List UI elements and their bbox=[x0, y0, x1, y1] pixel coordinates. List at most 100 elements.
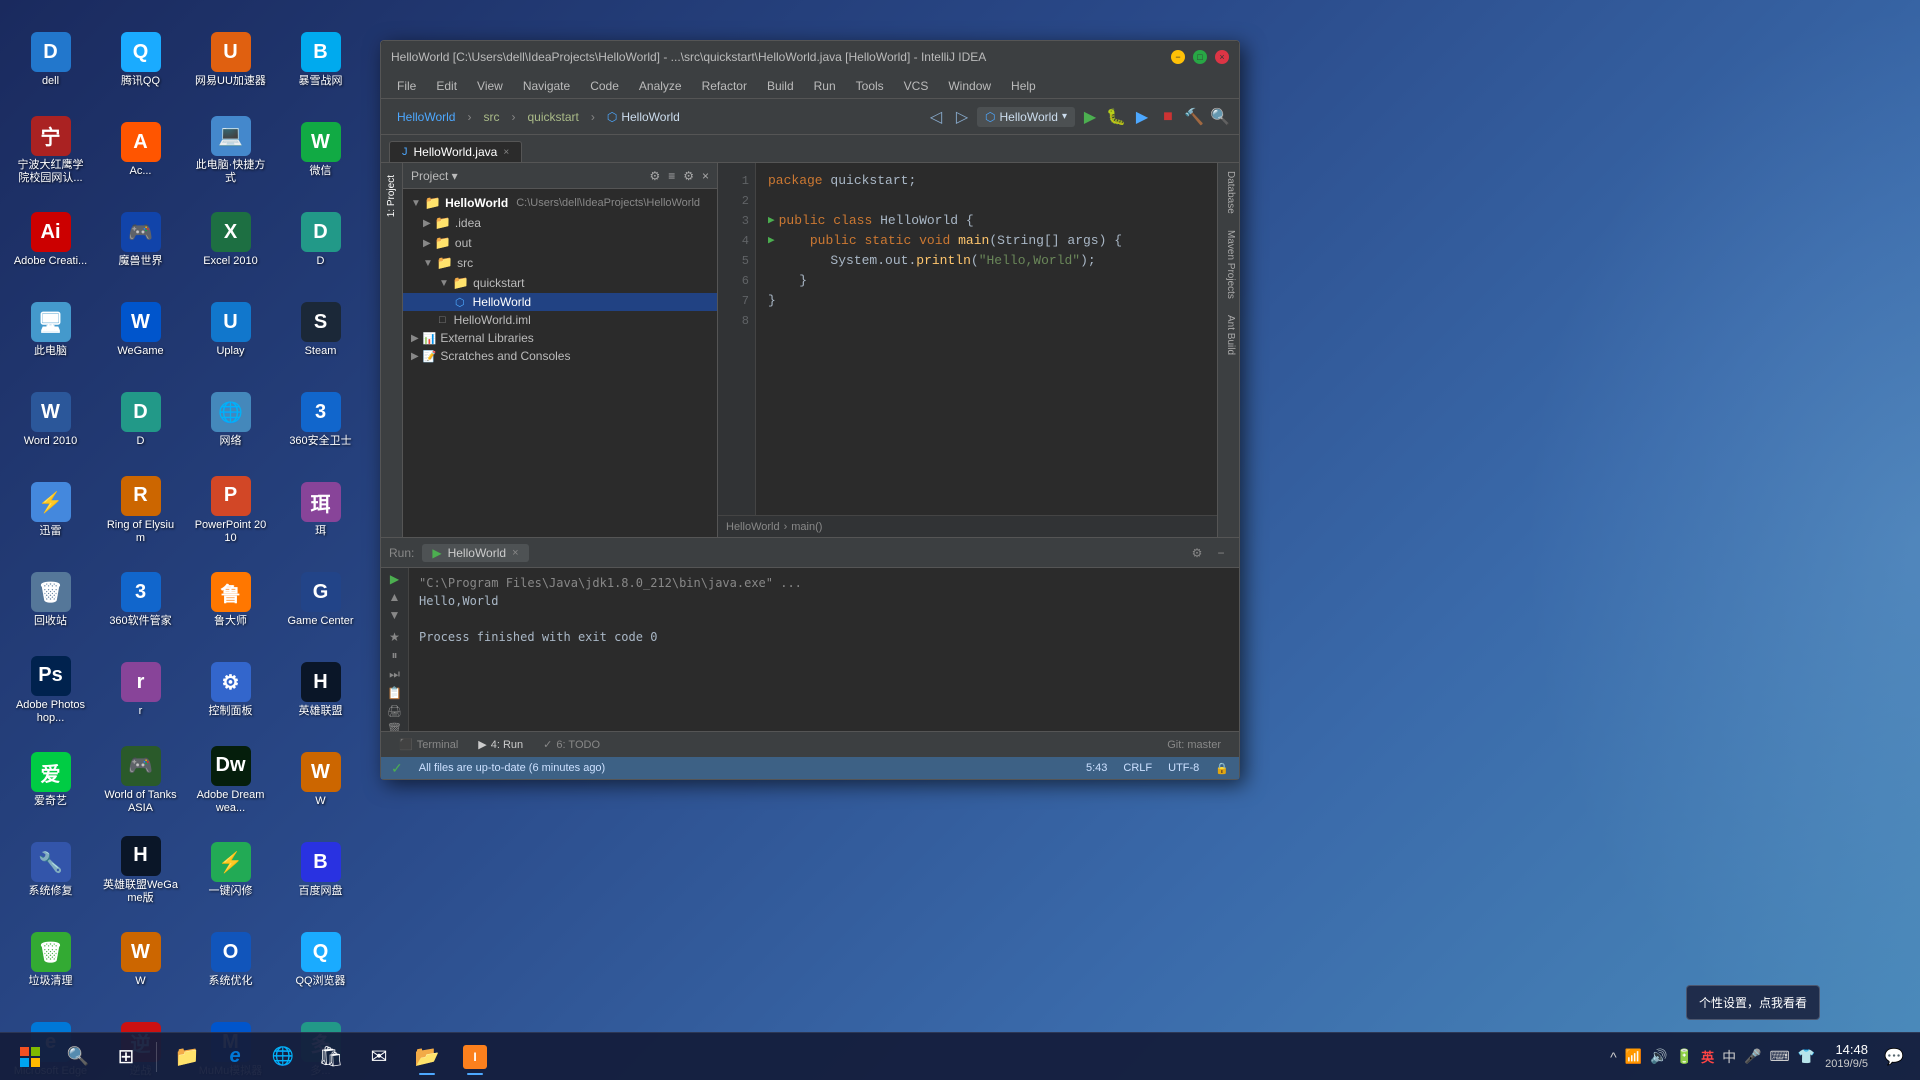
kb-tray-icon[interactable]: ⌨ bbox=[1768, 1046, 1792, 1067]
icon-d2[interactable]: D D bbox=[98, 378, 183, 463]
file-explorer-button[interactable]: 📁 bbox=[165, 1037, 209, 1077]
menu-navigate[interactable]: Navigate bbox=[515, 77, 578, 95]
database-tab[interactable]: Database bbox=[1218, 163, 1239, 222]
panel-settings-icon[interactable]: ⚙ bbox=[649, 169, 660, 183]
re-run-button[interactable]: ▶ bbox=[385, 572, 405, 586]
search-button[interactable]: 🔍 bbox=[56, 1037, 100, 1077]
edge-button[interactable]: e bbox=[213, 1037, 257, 1077]
icon-w2[interactable]: W W bbox=[98, 918, 183, 1003]
ime-icon[interactable]: 英 bbox=[1699, 1045, 1716, 1068]
search-button[interactable]: 🔍 bbox=[1209, 106, 1231, 128]
panel-gear-icon[interactable]: ⚙ bbox=[683, 169, 694, 183]
tree-scratches[interactable]: ▶ 📝 Scratches and Consoles bbox=[403, 347, 717, 365]
close-button[interactable]: × bbox=[1215, 50, 1229, 64]
icon-w-shortcut[interactable]: W W bbox=[278, 738, 363, 823]
menu-code[interactable]: Code bbox=[582, 77, 627, 95]
menu-refactor[interactable]: Refactor bbox=[694, 77, 755, 95]
taskbar-clock[interactable]: 14:48 2019/9/5 bbox=[1825, 1042, 1868, 1071]
minimize-button[interactable]: − bbox=[1171, 50, 1185, 64]
event-log-link[interactable]: Git: master bbox=[1157, 737, 1231, 753]
toolbar-breadcrumb-4[interactable]: ⬡ HelloWorld bbox=[599, 108, 688, 126]
icon-xunlei[interactable]: ⚡ 迅雷 bbox=[8, 468, 93, 553]
tree-src[interactable]: ▼ 📁 src bbox=[403, 253, 717, 273]
dump-button[interactable]: 📋 bbox=[385, 686, 405, 700]
terminal-tab[interactable]: ⬛ Terminal bbox=[389, 736, 468, 753]
menu-window[interactable]: Window bbox=[940, 77, 999, 95]
print-button[interactable]: 🖨 bbox=[385, 704, 405, 718]
menu-help[interactable]: Help bbox=[1003, 77, 1044, 95]
icon-uplay[interactable]: U Uplay bbox=[188, 288, 273, 373]
start-button[interactable] bbox=[8, 1037, 52, 1077]
tree-idea[interactable]: ▶ 📁 .idea bbox=[403, 213, 717, 233]
coverage-button[interactable]: ▶ bbox=[1131, 106, 1153, 128]
icon-adobe-cc[interactable]: Ai Adobe Creati... bbox=[8, 198, 93, 283]
icon-magic-world[interactable]: 🎮 魔兽世界 bbox=[98, 198, 183, 283]
icon-game-center[interactable]: G Game Center bbox=[278, 558, 363, 643]
icon-sys-repair[interactable]: 🔧 系统修复 bbox=[8, 828, 93, 913]
tree-ext-libs[interactable]: ▶ 📊 External Libraries bbox=[403, 329, 717, 347]
menu-build[interactable]: Build bbox=[759, 77, 802, 95]
icon-adobe-dreamweaver[interactable]: Dw Adobe Dreamwea... bbox=[188, 738, 273, 823]
icon-word-2010[interactable]: W Word 2010 bbox=[8, 378, 93, 463]
forward-nav-button[interactable]: ▷ bbox=[951, 106, 973, 128]
icon-baidu-pan[interactable]: B 百度网盘 bbox=[278, 828, 363, 913]
idea-taskbar-button[interactable]: I bbox=[453, 1037, 497, 1077]
toolbar-breadcrumb-2[interactable]: src bbox=[475, 108, 507, 126]
icon-blizzard[interactable]: B 暴雪战网 bbox=[278, 18, 363, 103]
todo-tab[interactable]: ✓ 6: TODO bbox=[533, 736, 610, 753]
icon-network[interactable]: 🌐 网络 bbox=[188, 378, 273, 463]
settings-button[interactable]: ⚙ bbox=[1187, 543, 1207, 563]
ime-cn-icon[interactable]: 中 bbox=[1720, 1045, 1738, 1069]
mic-tray-icon[interactable]: 🎤 bbox=[1742, 1046, 1763, 1067]
icon-hero-wegame[interactable]: H 英雄联盟WeGame版 bbox=[98, 828, 183, 913]
icon-one-key-flash[interactable]: ⚡ 一键闪修 bbox=[188, 828, 273, 913]
favorites-button[interactable]: ★ bbox=[385, 630, 405, 644]
icon-qq-browser[interactable]: Q QQ浏览器 bbox=[278, 918, 363, 1003]
menu-file[interactable]: File bbox=[389, 77, 424, 95]
line-num-8[interactable]: 8 bbox=[742, 311, 749, 331]
menu-vcs[interactable]: VCS bbox=[896, 77, 937, 95]
icon-this-pc[interactable]: 💻 此电脑·快捷方式 bbox=[188, 108, 273, 193]
icon-ppt-2010[interactable]: P PowerPoint 2010 bbox=[188, 468, 273, 553]
icon-wegame[interactable]: W WeGame bbox=[98, 288, 183, 373]
line-num-1[interactable]: 1 bbox=[742, 171, 749, 191]
shirt-tray-icon[interactable]: 👕 bbox=[1796, 1046, 1817, 1067]
line-num-6[interactable]: 6 bbox=[742, 271, 749, 291]
battery-tray-icon[interactable]: 🔋 bbox=[1674, 1046, 1695, 1067]
toolbar-breadcrumb-1[interactable]: HelloWorld bbox=[389, 108, 463, 126]
run-status-tab[interactable]: ▶ 4: Run bbox=[468, 736, 533, 753]
icon-r-shortcut[interactable]: 珥 珥 bbox=[278, 468, 363, 553]
line-num-7[interactable]: 7 bbox=[742, 291, 749, 311]
icon-sys-optimize[interactable]: O 系统优化 bbox=[188, 918, 273, 1003]
scroll-up-button[interactable]: ▲ bbox=[385, 590, 405, 604]
icon-this-pc2[interactable]: 🖥 此电脑 bbox=[8, 288, 93, 373]
mail-button[interactable]: ✉ bbox=[357, 1037, 401, 1077]
icon-ring-of-elysium[interactable]: R Ring of Elysium bbox=[98, 468, 183, 553]
pause-button[interactable]: ⏸ bbox=[385, 648, 405, 663]
debug-button[interactable]: 🐛 bbox=[1105, 106, 1127, 128]
project-tab[interactable]: 1: Project bbox=[383, 167, 400, 225]
icon-hero-league[interactable]: H 英雄联盟 bbox=[278, 648, 363, 733]
editor-tab-helloworld[interactable]: J HelloWorld.java × bbox=[389, 141, 522, 162]
icon-recycle[interactable]: 🗑 回收站 bbox=[8, 558, 93, 643]
maximize-button[interactable]: □ bbox=[1193, 50, 1207, 64]
run-tab-close[interactable]: × bbox=[512, 547, 518, 559]
icon-wechat[interactable]: W 微信 bbox=[278, 108, 363, 193]
tree-root[interactable]: ▼ 📁 HelloWorld C:\Users\dell\IdeaProject… bbox=[403, 193, 717, 213]
menu-analyze[interactable]: Analyze bbox=[631, 77, 690, 95]
icon-tencent-qq[interactable]: Q 腾讯QQ bbox=[98, 18, 183, 103]
back-nav-button[interactable]: ◁ bbox=[925, 106, 947, 128]
code-content[interactable]: package quickstart; ▶ public class Hello… bbox=[756, 163, 1217, 515]
icon-world-tanks-asia[interactable]: 🎮 World of Tanks ASIA bbox=[98, 738, 183, 823]
tree-helloworld-iml[interactable]: □ HelloWorld.iml bbox=[403, 311, 717, 329]
menu-tools[interactable]: Tools bbox=[848, 77, 892, 95]
icon-lusida[interactable]: 鲁 鲁大师 bbox=[188, 558, 273, 643]
icon-360-mgr[interactable]: 3 360软件管家 bbox=[98, 558, 183, 643]
toolbar-breadcrumb-3[interactable]: quickstart bbox=[519, 108, 586, 126]
statusbar-encoding[interactable]: UTF-8 bbox=[1168, 762, 1199, 774]
minimize-panel-button[interactable]: − bbox=[1211, 543, 1231, 563]
icon-dell[interactable]: D dell bbox=[8, 18, 93, 103]
icon-steam[interactable]: S Steam bbox=[278, 288, 363, 373]
show-hidden-icon[interactable]: ^ bbox=[1608, 1047, 1619, 1067]
line-num-3[interactable]: 3 bbox=[742, 211, 749, 231]
